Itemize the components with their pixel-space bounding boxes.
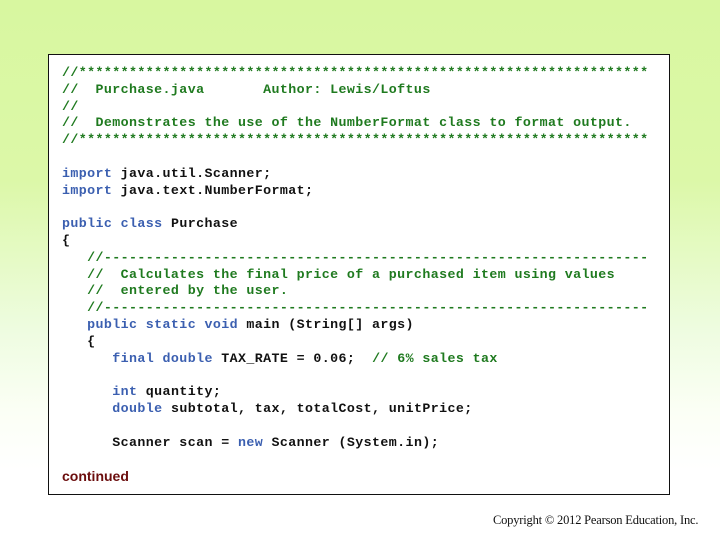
code-text: java.util.Scanner; xyxy=(112,165,272,181)
code-comment: // 6% sales tax xyxy=(372,350,498,366)
code-keyword: double xyxy=(62,400,163,416)
code-keyword: final double xyxy=(62,350,213,366)
code-text: TAX_RATE = 0.06; xyxy=(212,350,373,366)
code-comment: // entered by the user. xyxy=(62,283,289,299)
code-comment: // Purchase.java Author: Lewis/Loftus xyxy=(62,81,431,97)
code-line: //--------------------------------------… xyxy=(62,250,649,267)
code-text: java.text.NumberFormat; xyxy=(112,182,314,198)
code-keyword: import xyxy=(62,165,113,181)
code-line: final double TAX_RATE = 0.06; // 6% sale… xyxy=(62,351,649,368)
code-line: //**************************************… xyxy=(62,132,649,149)
code-keyword: public static void xyxy=(62,316,238,332)
code-comment: //--------------------------------------… xyxy=(62,249,649,265)
code-text: Purchase xyxy=(162,216,238,232)
code-keyword: public class xyxy=(62,216,163,232)
code-comment: //**************************************… xyxy=(62,132,649,148)
code-line: public static void main (String[] args) xyxy=(62,317,649,334)
code-line: Scanner scan = new Scanner (System.in); xyxy=(62,435,649,452)
copyright-notice: Copyright © 2012 Pearson Education, Inc. xyxy=(493,513,699,527)
code-listing: //**************************************… xyxy=(62,65,649,451)
code-line: //**************************************… xyxy=(62,65,649,82)
code-text: Scanner scan = xyxy=(62,434,238,450)
code-comment: //**************************************… xyxy=(62,65,649,80)
code-line: { xyxy=(62,233,649,250)
code-line: // Demonstrates the use of the NumberFor… xyxy=(62,115,649,132)
code-line: // xyxy=(62,99,649,116)
code-listing-box: //**************************************… xyxy=(48,54,670,495)
code-line: // entered by the user. xyxy=(62,283,649,300)
code-comment: // Demonstrates the use of the NumberFor… xyxy=(62,115,632,131)
code-keyword: import xyxy=(62,182,113,198)
code-comment: //--------------------------------------… xyxy=(62,300,649,316)
code-text: subtotal, tax, totalCost, unitPrice; xyxy=(162,400,473,416)
code-keyword: new xyxy=(237,434,264,450)
code-comment: // Calculates the final price of a purch… xyxy=(62,266,616,282)
code-text: { xyxy=(62,232,71,248)
code-line: import java.text.NumberFormat; xyxy=(62,183,649,200)
code-text: quantity; xyxy=(137,384,222,400)
code-text: main (String[] args) xyxy=(237,316,414,332)
code-text: Scanner (System.in); xyxy=(263,434,440,450)
code-line: // Purchase.java Author: Lewis/Loftus xyxy=(62,82,649,99)
code-comment: // xyxy=(62,98,79,114)
code-text: { xyxy=(62,333,96,349)
continued-label: continued xyxy=(62,468,129,484)
code-keyword: int xyxy=(62,384,138,400)
code-line: double subtotal, tax, totalCost, unitPri… xyxy=(62,401,649,418)
code-line: public class Purchase xyxy=(62,216,649,233)
code-line: int quantity; xyxy=(62,384,649,401)
code-line: // Calculates the final price of a purch… xyxy=(62,267,649,284)
code-line: import java.util.Scanner; xyxy=(62,166,649,183)
code-line: //--------------------------------------… xyxy=(62,300,649,317)
code-line: { xyxy=(62,334,649,351)
